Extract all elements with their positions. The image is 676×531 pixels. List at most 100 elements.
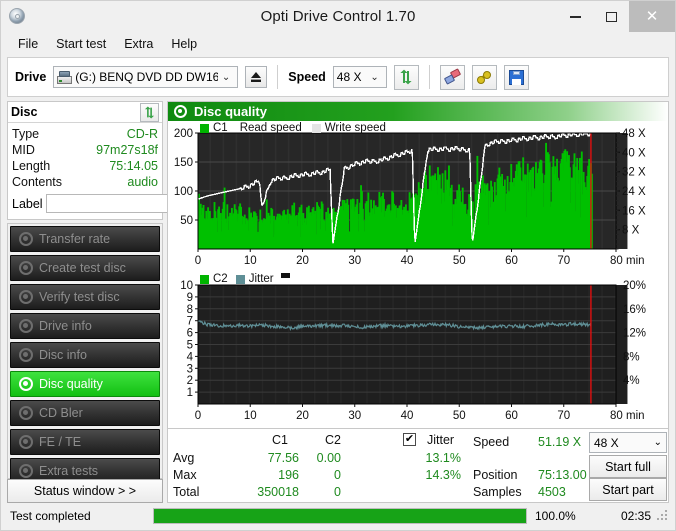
legend-label-read-speed: Read speed: [239, 122, 302, 134]
svg-text:20: 20: [296, 255, 309, 267]
progress-percent: 100.0%: [535, 509, 576, 523]
progress-bar-fill: [154, 509, 526, 523]
sidebar-label: CD Bler: [39, 406, 83, 420]
disc-test-icon: [19, 319, 33, 333]
svg-text:40: 40: [401, 410, 414, 422]
drive-select[interactable]: (G:) BENQ DVD DD DW1640 BSRB ⌄: [53, 66, 239, 88]
svg-text:20%: 20%: [623, 280, 646, 292]
disc-refresh-button[interactable]: [140, 102, 159, 122]
svg-text:50: 50: [453, 255, 466, 267]
disc-test-icon: [19, 464, 33, 478]
legend-label-jitter: Jitter: [248, 273, 274, 285]
test-speed-select[interactable]: 48 X ⌄: [589, 432, 667, 453]
disc-value-mid: 97m27s18f: [96, 143, 158, 157]
disc-value-contents: audio: [127, 175, 158, 189]
svg-text:7: 7: [187, 316, 193, 328]
sidebar-item-fe-te[interactable]: FE / TE: [10, 429, 160, 455]
legend-swatch-jitter: [235, 274, 245, 284]
svg-text:70: 70: [557, 410, 570, 422]
save-button[interactable]: [503, 64, 529, 90]
sidebar-item-disc-quality[interactable]: Disc quality: [10, 371, 160, 397]
refresh-button[interactable]: [393, 64, 419, 90]
legend-marker-box: [280, 273, 290, 278]
eject-icon: [251, 72, 262, 82]
sidebar-label: Create test disc: [39, 261, 126, 275]
eject-button[interactable]: [245, 66, 268, 88]
resize-grip-icon[interactable]: [657, 510, 669, 522]
erase-button[interactable]: [439, 64, 465, 90]
gear-icon: [476, 70, 492, 85]
svg-text:24 X: 24 X: [622, 186, 646, 198]
svg-text:20: 20: [296, 410, 309, 422]
svg-text:3: 3: [187, 363, 193, 375]
speed-select[interactable]: 48 X ⌄: [332, 66, 387, 88]
settings-button[interactable]: [471, 64, 497, 90]
svg-text:4%: 4%: [623, 375, 640, 387]
sidebar-label: Verify test disc: [39, 290, 120, 304]
c2-chart-legend: C2 Jitter: [200, 273, 290, 285]
c1-chart-legend: C1 Read speed Write speed: [200, 122, 386, 134]
svg-text:80 min: 80 min: [610, 255, 645, 267]
stats-col-jitter: Jitter: [427, 433, 455, 447]
sidebar-item-create-test-disc[interactable]: Create test disc: [10, 255, 160, 281]
disc-key-type: Type: [12, 127, 40, 141]
svg-text:30: 30: [348, 410, 361, 422]
sidebar-item-drive-info[interactable]: Drive info: [10, 313, 160, 339]
sidebar-label: Disc quality: [39, 377, 103, 391]
chevron-down-icon: ⌄: [370, 71, 379, 83]
legend-swatch-c2: [200, 274, 209, 284]
disc-key-length: Length: [12, 159, 51, 173]
disc-row-mid: MID 97m27s18f: [12, 142, 158, 158]
svg-text:4: 4: [187, 351, 194, 363]
svg-text:100: 100: [174, 186, 193, 198]
disc-test-icon: [19, 348, 33, 362]
maximize-button[interactable]: [593, 1, 629, 32]
svg-text:1: 1: [187, 387, 193, 399]
samples-stat-value: 4503: [538, 485, 566, 499]
disc-label-caption: Label: [12, 196, 43, 211]
svg-text:2: 2: [187, 375, 193, 387]
disc-test-icon: [19, 406, 33, 420]
disc-value-type: CD-R: [126, 127, 158, 141]
checkmark-icon: ✔: [404, 433, 415, 445]
stats-row-avg-label: Avg: [173, 451, 195, 465]
menu-extra[interactable]: Extra: [115, 35, 162, 53]
sidebar-label: Disc info: [39, 348, 87, 362]
close-button[interactable]: ✕: [629, 1, 675, 32]
disc-key-contents: Contents: [12, 175, 63, 189]
svg-text:50: 50: [453, 410, 466, 422]
samples-stat-label: Samples: [473, 485, 522, 499]
c2-chart: C2 Jitter 1 2 3 4 5 6 7 8 9 10 4% 8% 12% 16% 20% 0 10 20 3…: [168, 271, 668, 426]
disc-properties: Type CD-R MID 97m27s18f Length 75:14.05 …: [8, 123, 247, 219]
jitter-checkbox[interactable]: ✔: [403, 433, 416, 446]
sidebar-item-verify-test-disc[interactable]: Verify test disc: [10, 284, 160, 310]
panel-title: Disc quality: [194, 104, 267, 119]
disc-test-icon: [19, 232, 33, 246]
disc-quality-header: Disc quality: [168, 102, 668, 121]
menu-help[interactable]: Help: [162, 35, 206, 53]
svg-text:48 X: 48 X: [622, 128, 646, 140]
stats-max-c2: 0: [334, 468, 341, 482]
start-full-button[interactable]: Start full: [589, 455, 667, 478]
status-window-button[interactable]: Status window > >: [7, 479, 163, 503]
svg-text:0: 0: [195, 255, 201, 267]
svg-text:50: 50: [180, 215, 193, 227]
legend-label-write-speed: Write speed: [324, 122, 386, 134]
svg-text:60: 60: [505, 410, 518, 422]
statistics-panel: C1 C2 ✔ Jitter Avg 77.56 0.00 13.1% Max …: [167, 429, 669, 503]
minimize-button[interactable]: [557, 1, 593, 32]
menu-file[interactable]: File: [9, 35, 47, 53]
start-part-button[interactable]: Start part: [589, 478, 667, 501]
sidebar-label: FE / TE: [39, 435, 82, 449]
disc-test-icon: [19, 435, 33, 449]
disc-row-length: Length 75:14.05: [12, 158, 158, 174]
sidebar-item-cd-bler[interactable]: CD Bler: [10, 400, 160, 426]
status-bar: Test completed 100.0% 02:35: [7, 505, 669, 527]
sidebar-item-transfer-rate[interactable]: Transfer rate: [10, 226, 160, 252]
stats-row-max-label: Max: [173, 468, 197, 482]
menu-start-test[interactable]: Start test: [47, 35, 115, 53]
disc-panel-title: Disc: [11, 105, 38, 119]
test-speed-value: 48 X: [594, 435, 619, 450]
sidebar-item-disc-info[interactable]: Disc info: [10, 342, 160, 368]
svg-text:12%: 12%: [623, 328, 646, 340]
